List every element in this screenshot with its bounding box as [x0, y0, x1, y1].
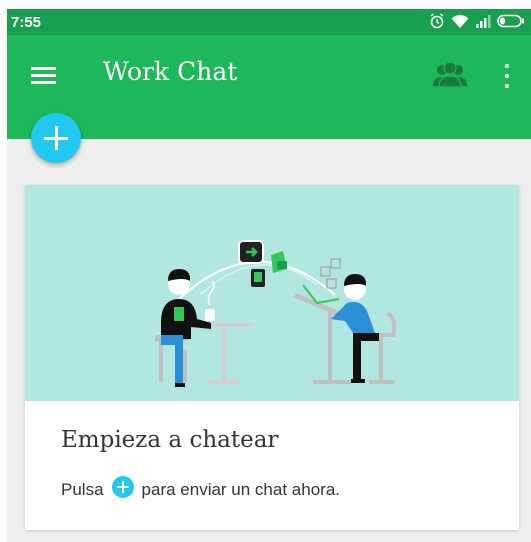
battery-icon	[497, 14, 524, 28]
more-vert-icon[interactable]	[495, 59, 519, 93]
people-chatting-illustration	[25, 185, 519, 401]
card-description: Pulsa para enviar un chat ahora.	[61, 476, 340, 501]
status-time: 7:55	[11, 14, 42, 31]
wifi-icon	[451, 14, 469, 28]
card-title: Empieza a chatear	[61, 427, 279, 453]
app-title: Work Chat	[103, 57, 238, 86]
contacts-icon[interactable]	[431, 59, 469, 91]
alarm-icon	[430, 13, 444, 29]
status-icons	[429, 13, 525, 29]
card-description-suffix: para enviar un chat ahora.	[141, 480, 340, 499]
card-description-prefix: Pulsa	[61, 480, 104, 499]
app-screen: 7:55 Work Chat Empieza a chatear Pulsa p…	[7, 9, 531, 542]
app-bar: Work Chat	[7, 35, 531, 139]
status-bar: 7:55	[7, 9, 531, 35]
menu-icon[interactable]	[25, 61, 61, 91]
new-chat-fab[interactable]	[31, 113, 81, 163]
signal-icon	[476, 14, 491, 28]
plus-icon	[111, 476, 134, 498]
empty-state-card: Empieza a chatear Pulsa para enviar un c…	[25, 185, 519, 530]
